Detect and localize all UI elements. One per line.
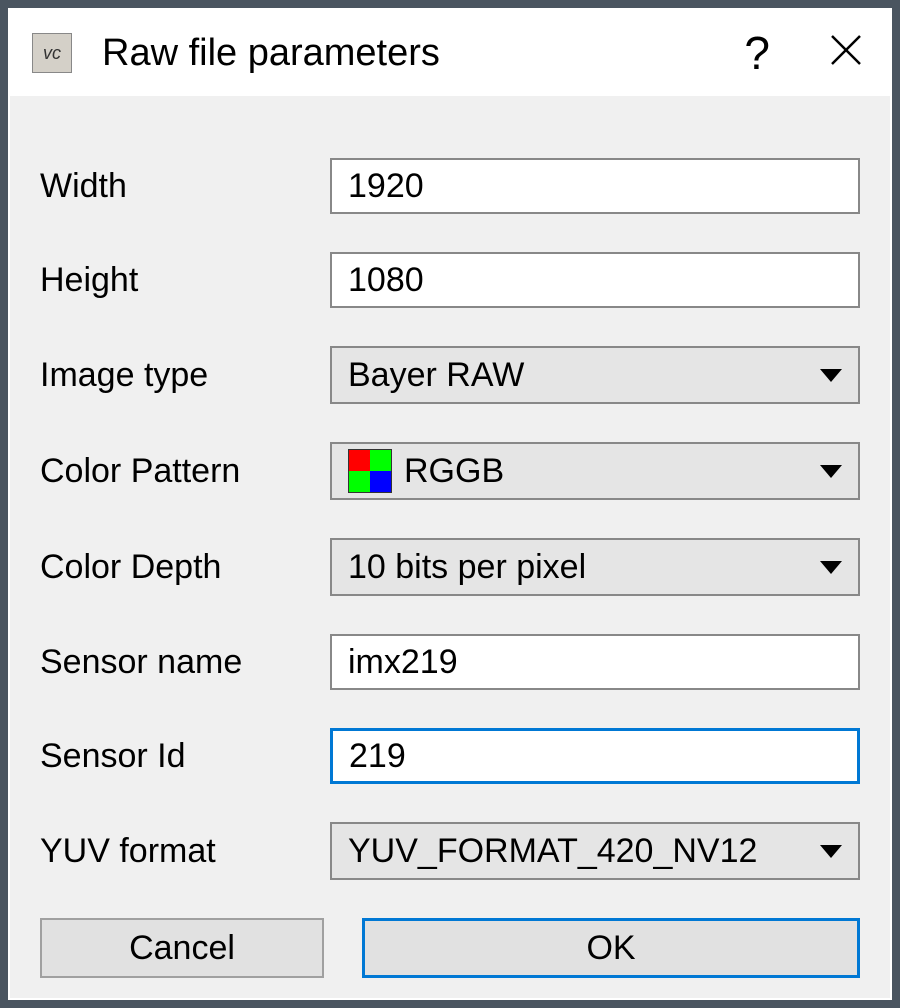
sensor-id-label: Sensor Id	[40, 737, 330, 776]
field-row-width: Width	[40, 158, 860, 214]
app-icon: vc	[32, 33, 72, 73]
help-button[interactable]: ?	[744, 26, 770, 80]
image-type-select[interactable]: Bayer RAW	[330, 346, 860, 404]
sensor-id-input[interactable]	[330, 728, 860, 784]
color-pattern-label: Color Pattern	[40, 452, 330, 491]
field-row-yuv-format: YUV format YUV_FORMAT_420_NV12	[40, 822, 860, 880]
button-row: Cancel OK	[40, 918, 860, 978]
dialog-title: Raw file parameters	[102, 32, 744, 75]
rggb-pattern-icon	[348, 449, 392, 493]
sensor-name-label: Sensor name	[40, 643, 330, 682]
field-row-color-depth: Color Depth 10 bits per pixel	[40, 538, 860, 596]
color-pattern-select[interactable]: RGGB	[330, 442, 860, 500]
yuv-format-select[interactable]: YUV_FORMAT_420_NV12	[330, 822, 860, 880]
image-type-label: Image type	[40, 356, 330, 395]
chevron-down-icon	[820, 369, 842, 382]
raw-file-parameters-dialog: vc Raw file parameters ? Width Height Im…	[8, 8, 892, 1000]
sensor-name-input[interactable]	[330, 634, 860, 690]
field-row-sensor-id: Sensor Id	[40, 728, 860, 784]
width-input[interactable]	[330, 158, 860, 214]
chevron-down-icon	[820, 561, 842, 574]
width-label: Width	[40, 167, 330, 206]
titlebar: vc Raw file parameters ?	[10, 10, 890, 96]
field-row-color-pattern: Color Pattern RGGB	[40, 442, 860, 500]
height-label: Height	[40, 261, 330, 300]
chevron-down-icon	[820, 845, 842, 858]
image-type-value: Bayer RAW	[348, 356, 820, 395]
field-row-sensor-name: Sensor name	[40, 634, 860, 690]
dialog-content: Width Height Image type Bayer RAW Color …	[10, 96, 890, 1008]
color-depth-value: 10 bits per pixel	[348, 548, 820, 587]
chevron-down-icon	[820, 465, 842, 478]
field-row-height: Height	[40, 252, 860, 308]
color-pattern-value: RGGB	[404, 452, 820, 491]
yuv-format-value: YUV_FORMAT_420_NV12	[348, 832, 820, 871]
close-button[interactable]	[830, 31, 862, 76]
color-depth-label: Color Depth	[40, 548, 330, 587]
ok-button[interactable]: OK	[362, 918, 860, 978]
cancel-button[interactable]: Cancel	[40, 918, 324, 978]
color-depth-select[interactable]: 10 bits per pixel	[330, 538, 860, 596]
field-row-image-type: Image type Bayer RAW	[40, 346, 860, 404]
height-input[interactable]	[330, 252, 860, 308]
close-icon	[830, 34, 862, 66]
yuv-format-label: YUV format	[40, 832, 330, 871]
